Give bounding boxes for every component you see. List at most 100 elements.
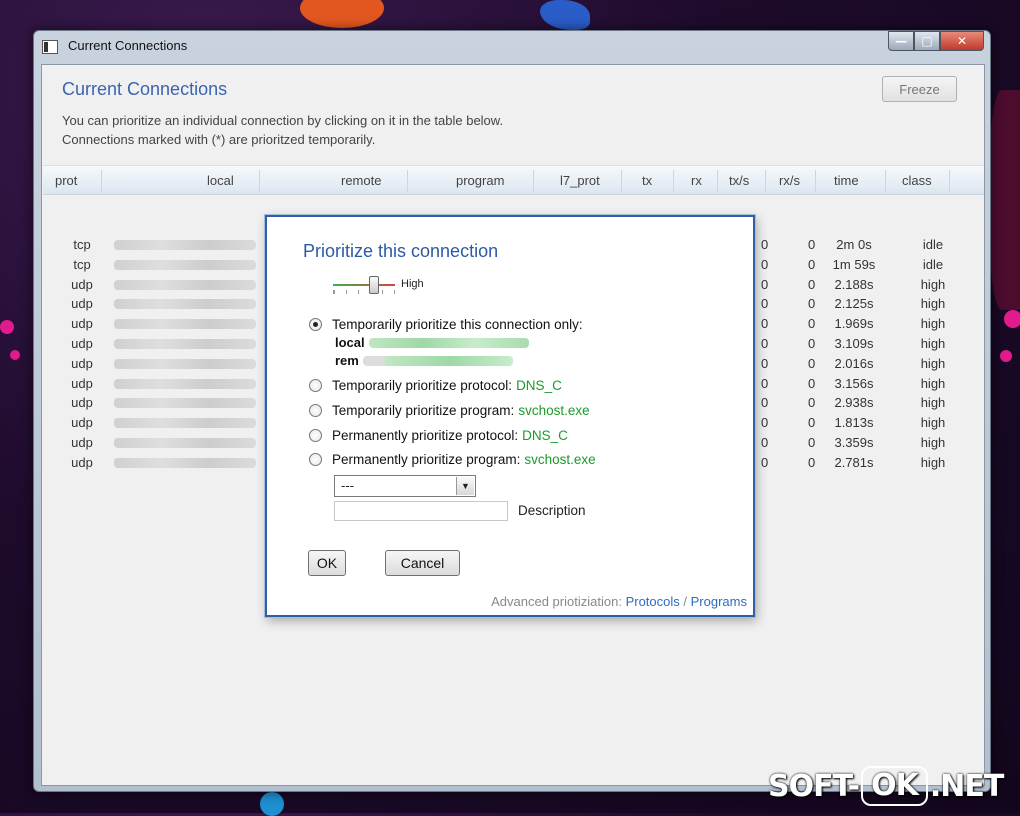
column-divider[interactable]: [815, 170, 816, 192]
footer-separator: /: [683, 594, 688, 609]
class-select[interactable]: --- ▼: [334, 475, 476, 497]
column-header-class[interactable]: class: [902, 173, 932, 188]
cell-rxs: 0: [808, 336, 816, 351]
radio-button[interactable]: [309, 379, 322, 392]
cell-rxs: 0: [808, 435, 816, 450]
blurred-local-address: [114, 378, 256, 389]
column-header-tx-per-sec[interactable]: tx/s: [729, 173, 749, 188]
description-label: Description: [518, 503, 586, 518]
close-button[interactable]: ✕: [940, 31, 984, 51]
window-controls: — □ ✕: [888, 31, 984, 51]
column-divider[interactable]: [407, 170, 408, 192]
blurred-local-address: [114, 358, 256, 369]
blurred-remote-address: [362, 355, 513, 366]
minimize-button[interactable]: —: [888, 31, 914, 51]
maximize-button[interactable]: □: [914, 31, 940, 51]
description-input[interactable]: [334, 501, 508, 521]
column-header-local[interactable]: local: [207, 173, 234, 188]
protocols-link[interactable]: Protocols: [626, 594, 680, 609]
chevron-down-icon[interactable]: ▼: [456, 477, 474, 495]
cell-txs: 0: [761, 256, 769, 272]
prioritize-dialog: Prioritize this connection High Temporar…: [265, 215, 755, 617]
cell-prot: udp: [71, 435, 93, 450]
option-perm-program[interactable]: Permanently prioritize program: svchost.…: [309, 452, 596, 467]
radio-button[interactable]: [309, 404, 322, 417]
ok-button[interactable]: OK: [308, 550, 346, 576]
slider-thumb[interactable]: [369, 276, 379, 294]
local-label: local: [335, 335, 365, 350]
column-header-program[interactable]: program: [456, 173, 504, 188]
radio-button[interactable]: [309, 453, 322, 466]
cell-txs: 0: [761, 355, 769, 371]
footer-prefix: Advanced priotiziation:: [491, 594, 622, 609]
cell-prot: udp: [71, 296, 93, 312]
column-divider[interactable]: [621, 170, 622, 192]
column-header-l7-prot[interactable]: l7_prot: [560, 173, 600, 188]
column-divider[interactable]: [259, 170, 260, 192]
column-divider[interactable]: [533, 170, 534, 192]
column-divider[interactable]: [101, 170, 102, 192]
column-header-rx[interactable]: rx: [691, 173, 702, 188]
table-header: prot local remote program l7_prot tx rx …: [43, 165, 984, 195]
remote-label: rem: [335, 353, 359, 368]
cell-rxs: 0: [808, 296, 816, 312]
column-divider[interactable]: [673, 170, 674, 192]
radio-button[interactable]: [309, 318, 322, 331]
watermark: SOFT- OK .NET: [768, 766, 1004, 806]
cell-class: high: [920, 276, 946, 292]
slider-track: [333, 284, 395, 286]
cell-prot: udp: [71, 276, 93, 292]
freeze-button[interactable]: Freeze: [882, 76, 957, 102]
column-divider[interactable]: [717, 170, 718, 192]
wallpaper-shape: [990, 90, 1020, 310]
column-header-rx-per-sec[interactable]: rx/s: [779, 173, 800, 188]
option-temp-protocol[interactable]: Temporarily prioritize protocol: DNS_C: [309, 378, 562, 393]
select-value: ---: [341, 478, 354, 493]
blurred-local-address: [114, 457, 256, 468]
cancel-button[interactable]: Cancel: [385, 550, 460, 576]
option-label: Permanently prioritize program:: [332, 452, 521, 467]
radio-button[interactable]: [309, 429, 322, 442]
cell-time: 1.813s: [834, 415, 874, 431]
cell-class: high: [920, 336, 946, 351]
column-divider[interactable]: [949, 170, 950, 192]
priority-slider[interactable]: [333, 274, 399, 296]
cell-time: 1.969s: [834, 316, 874, 332]
cell-prot: udp: [71, 355, 93, 371]
column-header-prot[interactable]: prot: [55, 173, 77, 188]
cell-prot: tcp: [73, 237, 91, 252]
option-label: Permanently prioritize protocol:: [332, 428, 519, 443]
description-line-2: Connections marked with (*) are prioritz…: [62, 132, 376, 147]
cell-class: high: [920, 435, 946, 450]
cell-class: high: [920, 355, 946, 371]
wallpaper-shape: [1004, 310, 1020, 328]
column-header-time[interactable]: time: [834, 173, 859, 188]
cell-time: 2.938s: [834, 395, 874, 411]
cell-class: high: [920, 415, 946, 431]
wallpaper-shape: [1000, 350, 1012, 362]
option-label: Temporarily prioritize program:: [332, 403, 515, 418]
option-perm-protocol[interactable]: Permanently prioritize protocol: DNS_C: [309, 428, 568, 443]
cell-rxs: 0: [808, 355, 816, 371]
option-temp-connection[interactable]: Temporarily prioritize this connection o…: [309, 317, 583, 332]
cell-txs: 0: [761, 395, 769, 411]
programs-link[interactable]: Programs: [691, 594, 747, 609]
cell-time: 3.109s: [834, 336, 874, 351]
column-header-tx[interactable]: tx: [642, 173, 652, 188]
wallpaper-shape: [10, 350, 20, 360]
column-divider[interactable]: [765, 170, 766, 192]
advanced-prioritization-footer: Advanced priotiziation: Protocols / Prog…: [491, 594, 747, 609]
option-temp-program[interactable]: Temporarily prioritize program: svchost.…: [309, 403, 590, 418]
blurred-local-address: [114, 299, 256, 310]
cell-txs: 0: [761, 336, 769, 351]
title-bar[interactable]: Current Connections — □ ✕: [34, 31, 990, 63]
cell-prot: udp: [71, 395, 93, 411]
column-header-remote[interactable]: remote: [341, 173, 381, 188]
cell-prot: udp: [71, 336, 93, 351]
cell-txs: 0: [761, 296, 769, 312]
cell-time: 2.125s: [834, 296, 874, 312]
cell-prot: udp: [71, 415, 93, 431]
cell-time: 2.781s: [834, 454, 874, 470]
cell-txs: 0: [761, 415, 769, 431]
column-divider[interactable]: [885, 170, 886, 192]
